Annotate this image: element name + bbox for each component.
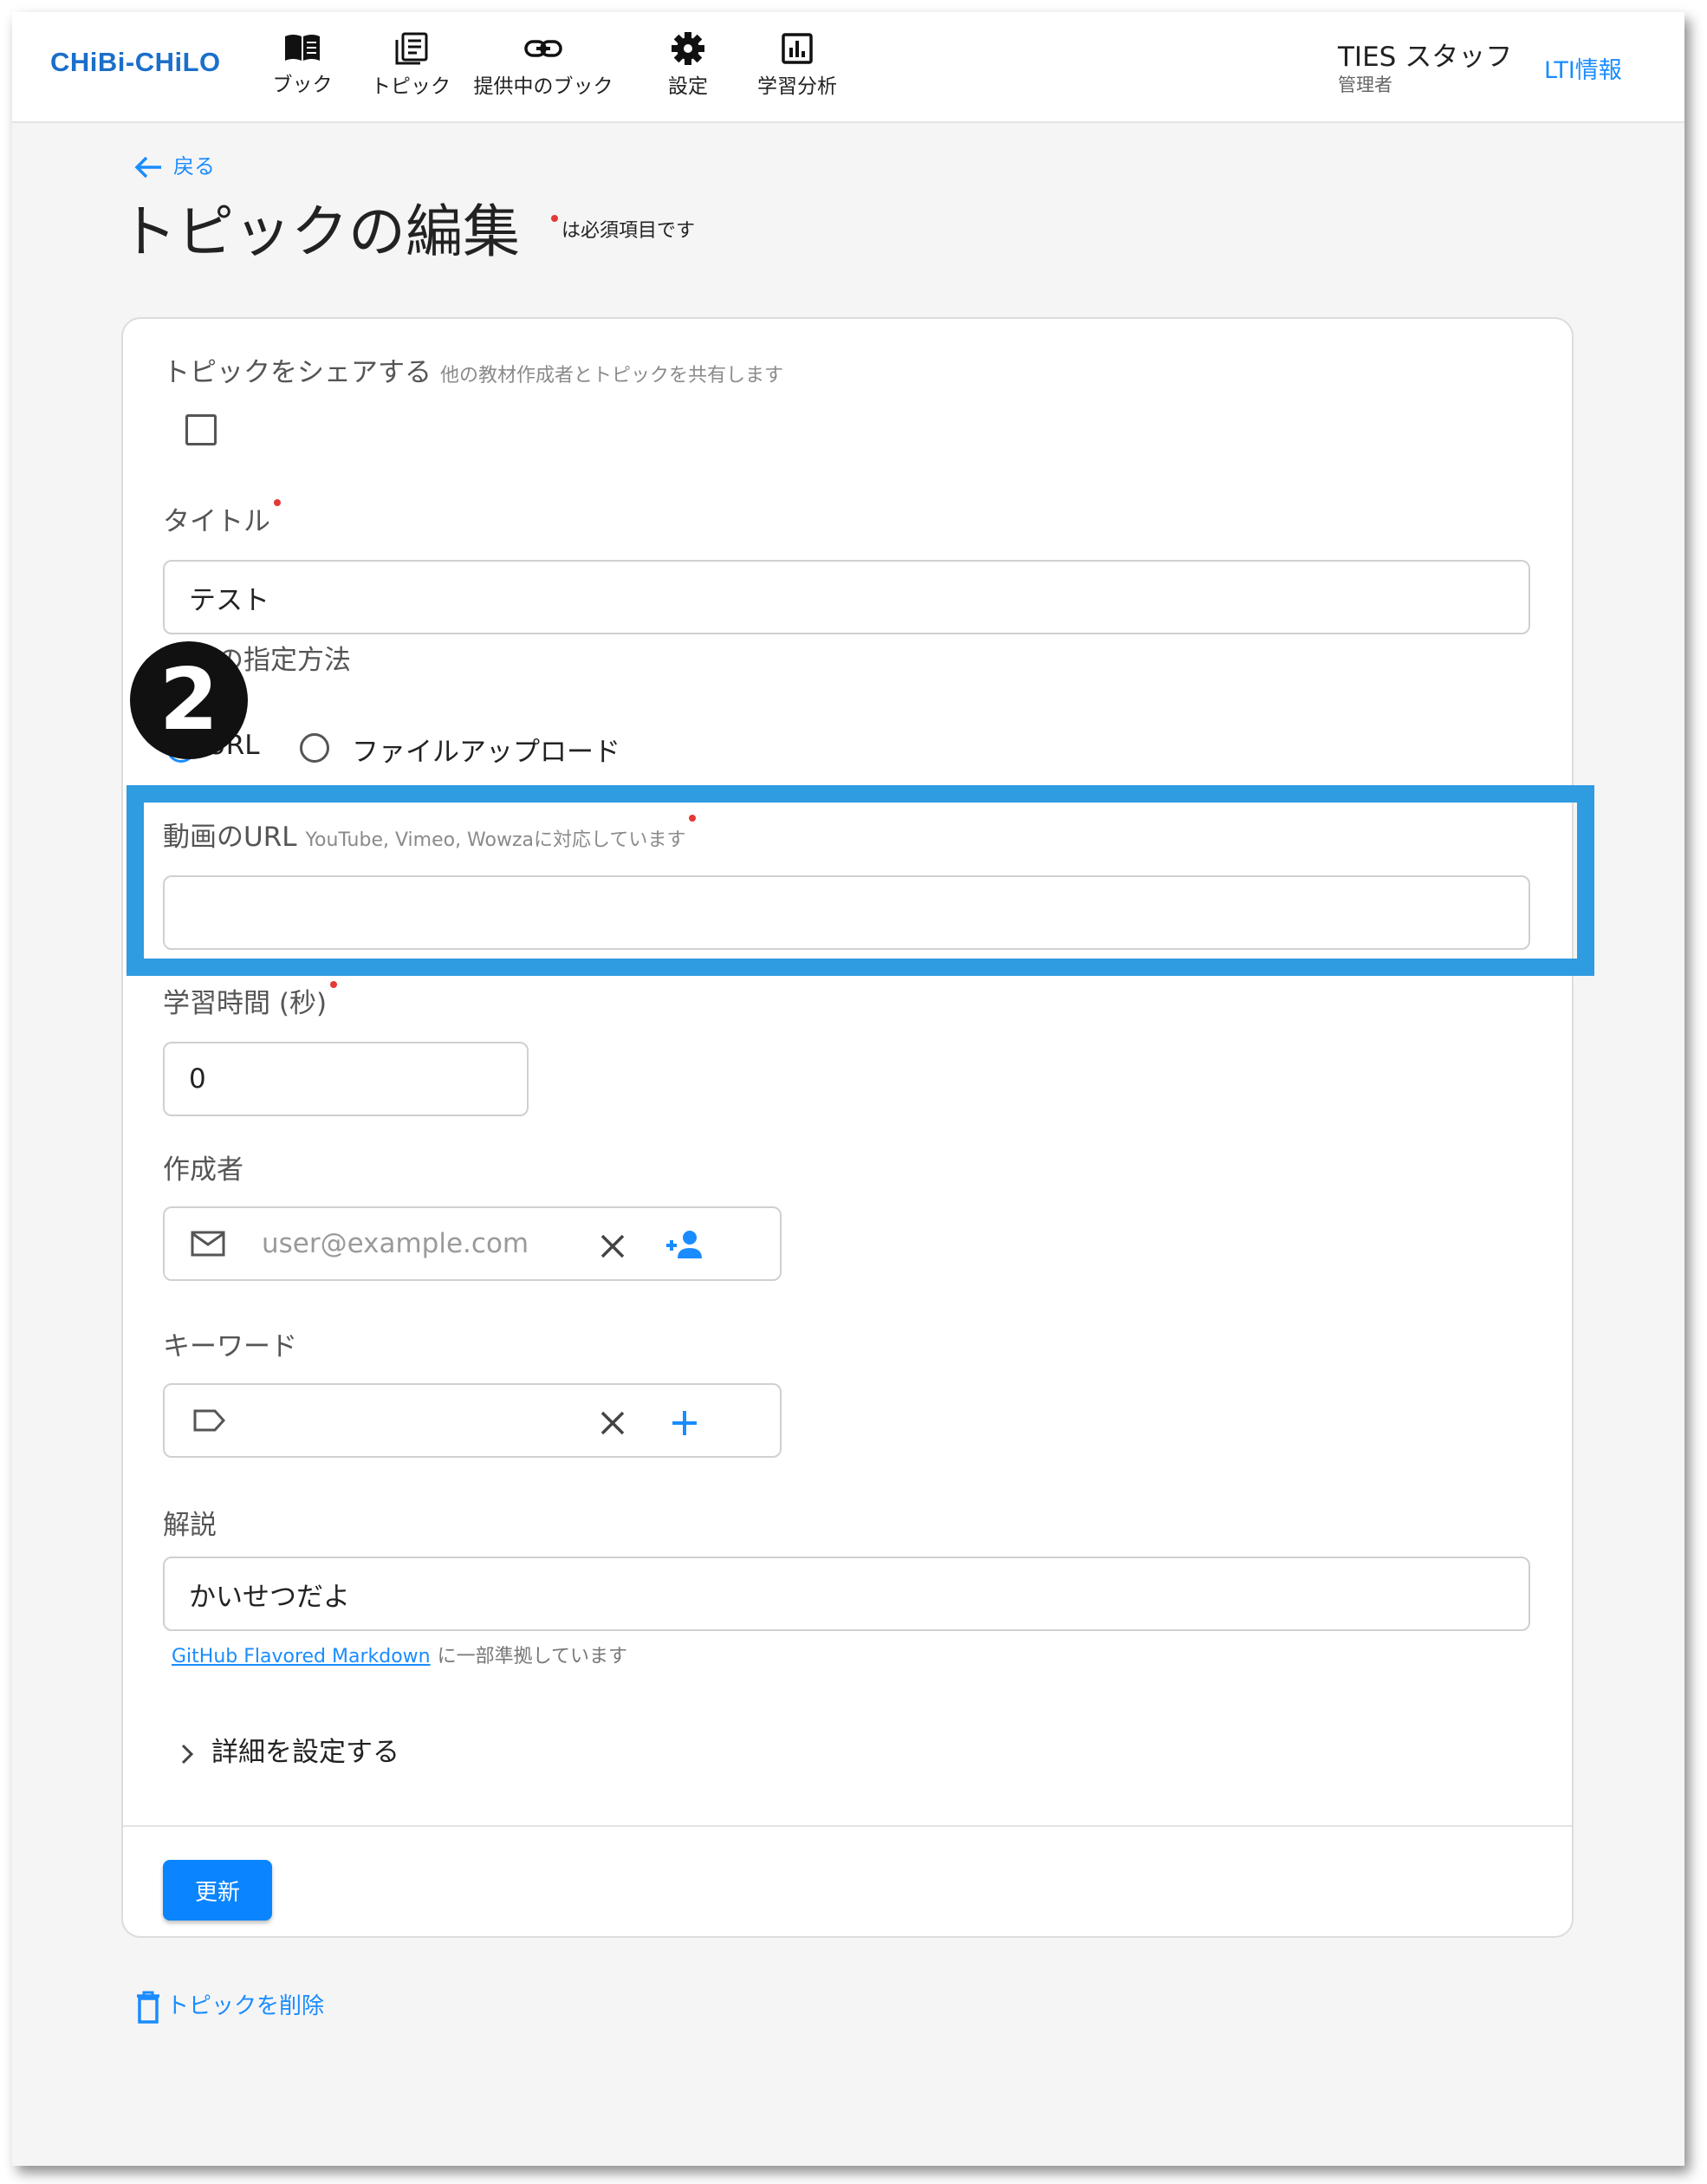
book-icon — [285, 35, 320, 61]
chevron-right-icon — [181, 1744, 194, 1764]
add-keyword-icon[interactable] — [671, 1409, 698, 1437]
trash-icon — [137, 1991, 159, 2024]
topic-icon — [395, 32, 428, 65]
nav-settings-label: 設定 — [668, 75, 708, 98]
clear-keyword-icon[interactable] — [600, 1410, 626, 1436]
add-user-icon[interactable] — [664, 1229, 705, 1262]
back-link[interactable]: 戻る — [133, 149, 215, 180]
required-dot — [274, 499, 281, 506]
nav-shared-books-label: 提供中のブック — [473, 75, 613, 98]
top-nav-bar: CHiBi-CHiLO ブック トピック 提供中のブック 設定 学習分析 TIE… — [12, 12, 1684, 123]
radio-file-upload-label[interactable]: ファイルアップロード — [352, 730, 620, 769]
duration-label-wrap: 学習時間 (秒) — [163, 981, 341, 1020]
user-role: 管理者 — [1338, 75, 1392, 95]
keyword-label: キーワード — [163, 1331, 297, 1362]
description-input[interactable]: かいせつだよ — [163, 1557, 1530, 1631]
mail-icon — [191, 1231, 225, 1257]
author-label: 作成者 — [163, 1154, 243, 1186]
nav-shared-books[interactable]: 提供中のブック — [470, 31, 617, 109]
description-value: かいせつだよ — [189, 1581, 350, 1613]
delete-topic-link[interactable]: トピックを削除 — [135, 1988, 324, 2024]
share-help: 他の教材作成者とトピックを共有します — [440, 365, 784, 387]
details-label: 詳細を設定する — [211, 1737, 399, 1768]
required-note: は必須項目です — [548, 215, 695, 243]
nav-topics[interactable]: トピック — [359, 31, 463, 109]
duration-value: 0 — [189, 1063, 206, 1095]
required-dot — [551, 215, 558, 222]
nav-settings[interactable]: 設定 — [653, 31, 723, 109]
duration-input[interactable]: 0 — [163, 1042, 529, 1116]
arrow-left-icon — [134, 156, 161, 179]
nav-books[interactable]: ブック — [259, 31, 346, 109]
details-toggle[interactable]: 詳細を設定する — [178, 1730, 399, 1769]
title-input[interactable]: テスト — [163, 560, 1530, 634]
delete-label: トピックを削除 — [166, 1993, 325, 2019]
clear-author-icon[interactable] — [600, 1233, 626, 1259]
markdown-link[interactable]: GitHub Flavored Markdown — [172, 1646, 431, 1667]
title-label: タイトル — [163, 506, 270, 537]
label-tag-icon — [193, 1409, 226, 1432]
page-title: トピックの編集 — [120, 198, 520, 265]
nav-books-label: ブック — [272, 74, 333, 96]
required-dot — [330, 981, 338, 988]
duration-label: 学習時間 (秒) — [163, 988, 328, 1019]
app-window: CHiBi-CHiLO ブック トピック 提供中のブック 設定 学習分析 TIE… — [12, 12, 1684, 2166]
required-note-text: は必須項目です — [561, 220, 696, 242]
annotation-highlight-box — [127, 785, 1594, 976]
annotation-step-badge: 2 — [130, 641, 248, 759]
author-placeholder: user@example.com — [262, 1228, 529, 1259]
markdown-note-text: に一部準拠しています — [437, 1646, 627, 1667]
update-button[interactable]: 更新 — [163, 1860, 272, 1921]
nav-analytics-label: 学習分析 — [757, 75, 837, 98]
divider — [123, 1825, 1572, 1827]
title-value: テスト — [189, 584, 269, 616]
nav-analytics[interactable]: 学習分析 — [745, 31, 849, 109]
user-name[interactable]: TIES スタッフ — [1338, 35, 1512, 74]
nav-topics-label: トピック — [371, 75, 451, 98]
back-label: 戻る — [173, 154, 215, 179]
link-icon — [524, 40, 562, 57]
lti-info-link[interactable]: LTI情報 — [1544, 51, 1622, 85]
share-checkbox[interactable] — [185, 414, 217, 445]
app-logo[interactable]: CHiBi-CHiLO — [50, 47, 221, 78]
share-label: トピックをシェアする — [163, 357, 432, 388]
analytics-icon — [782, 33, 813, 64]
description-label: 解説 — [163, 1510, 217, 1541]
markdown-note: GitHub Flavored Markdown に一部準拠しています — [172, 1641, 627, 1668]
share-field: トピックをシェアする 他の教材作成者とトピックを共有します — [163, 350, 783, 389]
topic-form-card: トピックをシェアする 他の教材作成者とトピックを共有します タイトル テスト 動画… — [121, 317, 1574, 1938]
gear-icon — [672, 32, 704, 65]
title-label-wrap: タイトル — [163, 499, 284, 538]
radio-file-upload[interactable] — [300, 733, 329, 763]
